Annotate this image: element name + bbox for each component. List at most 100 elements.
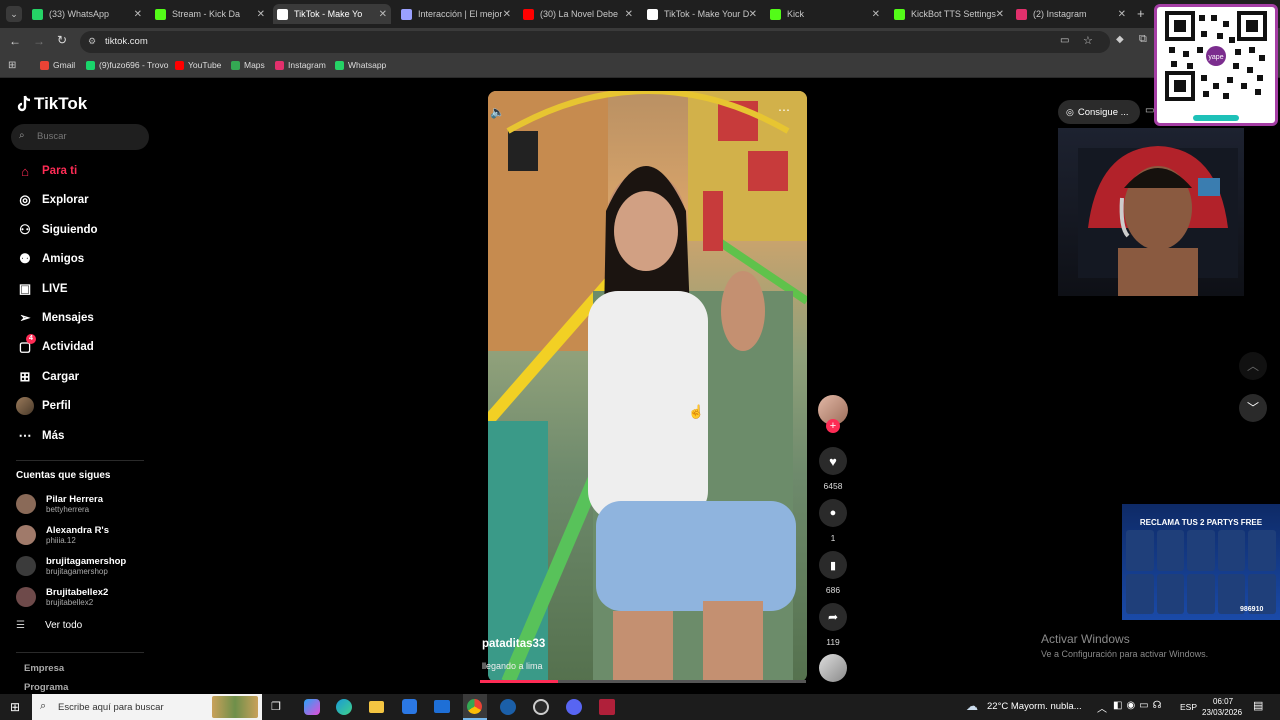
nav-item-send[interactable]: ➢ Mensajes <box>16 309 94 327</box>
save-button[interactable]: ▮ <box>819 551 847 579</box>
comment-icon: ● <box>829 507 837 519</box>
clock-date[interactable]: 23/03/2026 <box>1202 708 1242 717</box>
search-input[interactable]: ⌕ Buscar <box>11 124 149 150</box>
bookmark-label: Whatsapp <box>348 60 387 70</box>
apps-grid-icon[interactable]: ⊞ <box>8 60 16 71</box>
video-username[interactable]: pataditas33 <box>482 638 545 650</box>
bookmark-item[interactable]: (9)fuzo696 - Trovo <box>86 60 168 70</box>
streamer-figure <box>1078 146 1238 296</box>
language-indicator[interactable]: ESP <box>1180 702 1197 712</box>
see-all-link[interactable]: ☰ Ver todo <box>16 620 82 631</box>
bookmark-item[interactable]: Whatsapp <box>335 60 386 70</box>
steam-icon[interactable] <box>500 699 516 715</box>
browser-tab[interactable]: TikTok - Make Yo ✕ <box>273 4 391 24</box>
address-bar[interactable]: ⚙ tiktok.com ▭ ☆ <box>80 31 1110 53</box>
edge-icon[interactable] <box>336 699 352 715</box>
nav-item-activity[interactable]: ▢ 4 Actividad <box>16 334 94 356</box>
tab-label: (33) WhatsApp <box>49 9 110 19</box>
tab-close-icon[interactable]: ✕ <box>625 9 633 20</box>
comment-button[interactable]: ● <box>819 499 847 527</box>
following-title: Cuentas que sigues <box>16 470 111 481</box>
footer-link[interactable]: Empresa <box>24 663 64 674</box>
nav-item-live[interactable]: ▣ LIVE <box>16 280 68 298</box>
reload-icon[interactable]: ↻ <box>57 33 67 47</box>
tab-favicon-icon <box>647 8 658 20</box>
scroll-down-button[interactable]: ﹀ <box>1239 394 1267 422</box>
tray-icons[interactable]: ◧◉▭☊ <box>1113 700 1166 711</box>
bookmark-item[interactable]: Maps <box>231 60 265 70</box>
browser-tab[interactable]: (33) WhatsApp ✕ <box>28 4 146 24</box>
browser-tab[interactable]: TikTok - Make Your D ✕ <box>643 4 761 24</box>
chrome-icon[interactable] <box>463 694 487 720</box>
scroll-up-button[interactable]: ︿ <box>1239 352 1267 380</box>
nav-item-home[interactable]: ⌂ Para ti <box>16 162 77 180</box>
footer-link[interactable]: Programa <box>24 682 68 693</box>
browser-tab[interactable]: Stream - Kick Da ✕ <box>151 4 269 24</box>
weather-text[interactable]: 22°C Mayorm. nubla... <box>987 701 1082 712</box>
nav-item-more[interactable]: ⋯ Más <box>16 427 65 445</box>
site-info-icon[interactable]: ⚙ <box>88 36 96 47</box>
tab-close-icon[interactable]: ✕ <box>379 9 387 20</box>
tab-close-icon[interactable]: ✕ <box>257 9 265 20</box>
tab-search-icon[interactable]: ⌄ <box>6 6 22 22</box>
bookmark-item[interactable]: Gmail <box>40 60 75 70</box>
extensions-puzzle-icon[interactable]: ⧉ <box>1139 33 1147 46</box>
share-button[interactable]: ➦ <box>819 603 847 631</box>
tab-close-icon[interactable]: ✕ <box>503 9 511 20</box>
browser-tab[interactable]: (30) La Novel Debe ✕ <box>519 4 637 24</box>
followed-account[interactable]: Brujitabellex2 brujitabellex2 <box>16 587 108 607</box>
tab-close-icon[interactable]: ✕ <box>134 9 142 20</box>
followed-account[interactable]: Pilar Herrera bettyherrera <box>16 494 103 514</box>
browser-tab[interactable]: KickBot TTS Settings ✕ <box>890 4 1008 24</box>
extension-icon[interactable]: ◆ <box>1116 34 1124 45</box>
tab-close-icon[interactable]: ✕ <box>996 9 1004 20</box>
browser-tab[interactable]: Kick ✕ <box>766 4 884 24</box>
tab-close-icon[interactable]: ✕ <box>872 9 880 20</box>
more-options-icon[interactable]: ⋯ <box>778 103 790 117</box>
forward-icon[interactable]: → <box>33 34 45 48</box>
star-icon[interactable]: ☆ <box>1083 34 1093 47</box>
music-disc-avatar[interactable] <box>819 654 847 682</box>
tab-close-icon[interactable]: ✕ <box>749 9 757 20</box>
windows-start-icon[interactable]: ⊞ <box>10 700 20 714</box>
follow-plus-icon[interactable]: + <box>826 419 840 433</box>
browser-tab[interactable]: Interacción | El mejor ✕ <box>397 4 515 24</box>
tiktok-logo[interactable]: TikTok <box>16 94 87 114</box>
video-progress-bar[interactable] <box>480 680 806 683</box>
store-icon[interactable] <box>402 699 417 714</box>
notifications-icon[interactable]: ▤ <box>1253 699 1263 712</box>
nav-item-compass[interactable]: ◎ Explorar <box>16 191 88 209</box>
get-coins-button[interactable]: ◎ Consigue ... <box>1058 100 1140 124</box>
followed-account[interactable]: brujitagamershop brujitagamershop <box>16 556 126 576</box>
back-icon[interactable]: ← <box>9 34 21 48</box>
task-view-icon[interactable]: ❐ <box>271 700 281 713</box>
tray-chevron-icon[interactable]: ︿ <box>1097 700 1107 715</box>
nav-item-friends[interactable]: ⚉ Amigos <box>16 250 84 268</box>
tiktok-note-icon <box>17 95 31 112</box>
webcam-overlay <box>1058 128 1244 296</box>
like-button[interactable]: ♥ <box>819 447 847 475</box>
bookmark-label: Instagram <box>288 60 326 70</box>
nav-item-user[interactable]: ⚇ Siguiendo <box>16 221 97 239</box>
video-player[interactable]: 🔈 ⋯ <box>488 91 807 682</box>
mute-icon[interactable]: 🔈 <box>490 105 505 119</box>
browser-tab[interactable]: (2) Instagram ✕ <box>1012 4 1130 24</box>
bookmark-favicon-icon <box>231 60 240 70</box>
file-explorer-icon[interactable] <box>369 701 384 713</box>
cast-icon[interactable]: ▭ <box>1060 35 1069 46</box>
bookmark-item[interactable]: Instagram <box>275 60 326 70</box>
clock-time[interactable]: 06:07 <box>1213 697 1233 706</box>
new-tab-button[interactable]: + <box>1137 6 1145 21</box>
taskbar-search[interactable]: ⌕ Escribe aquí para buscar <box>32 694 262 720</box>
mail-icon[interactable] <box>434 700 450 713</box>
app-icon[interactable] <box>599 699 615 715</box>
discord-icon[interactable] <box>566 699 582 715</box>
followed-account[interactable]: Alexandra R's phiiia.12 <box>16 525 109 545</box>
bookmark-item[interactable]: YouTube <box>175 60 221 70</box>
nav-item-plus[interactable]: ⊞ Cargar <box>16 368 80 386</box>
weather-icon[interactable]: ☁ <box>966 699 978 713</box>
copilot-icon[interactable] <box>304 699 320 715</box>
tab-close-icon[interactable]: ✕ <box>1118 9 1126 20</box>
nav-item-avatar[interactable]: Perfil <box>16 397 71 416</box>
obs-icon[interactable] <box>533 699 549 715</box>
